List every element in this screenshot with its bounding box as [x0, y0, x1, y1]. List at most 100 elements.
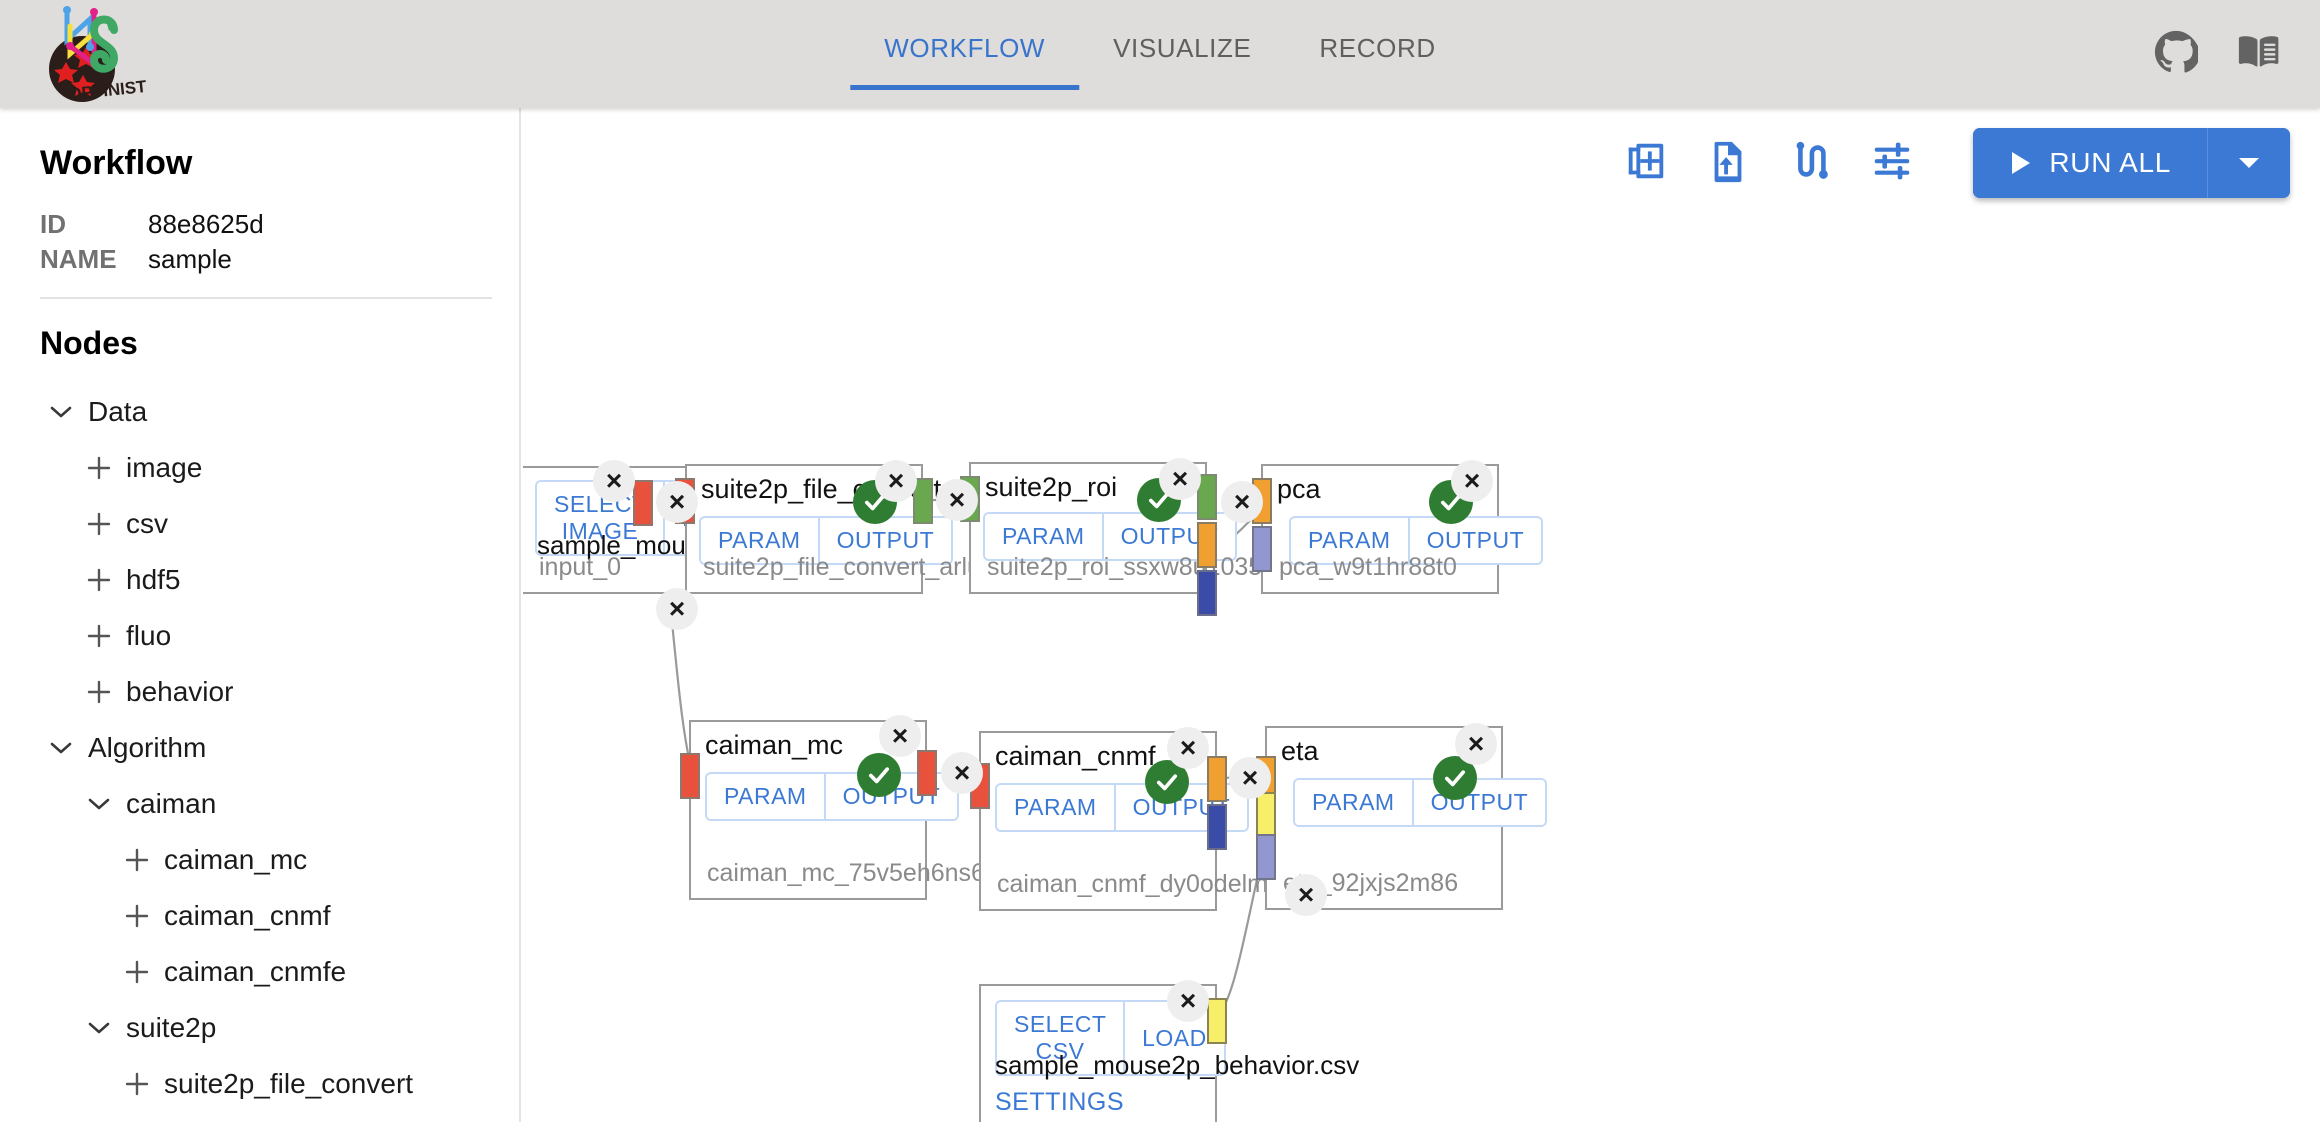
run-all-dropdown-button[interactable]: [2208, 128, 2290, 198]
handle-pca-out[interactable]: [1252, 526, 1272, 572]
delete-edge-input0-caiman-mc[interactable]: ×: [656, 588, 698, 630]
input-csv-settings-link[interactable]: SETTINGS: [995, 1088, 1124, 1117]
plus-icon[interactable]: [78, 567, 120, 593]
tree-item-label: image: [126, 452, 203, 483]
handle-caiman-mc-image-in[interactable]: [680, 753, 700, 799]
tab-record[interactable]: RECORD: [1285, 0, 1469, 96]
tree-item-suite2p-file-convert[interactable]: suite2p_file_convert: [40, 1056, 519, 1112]
caiman-mc-id: caiman_mc_75v5eh6ns6: [707, 859, 985, 887]
main-nav-tabs: WORKFLOW VISUALIZE RECORD: [850, 0, 1469, 108]
run-all-label: RUN ALL: [2049, 147, 2171, 178]
tree-item-label: Algorithm: [88, 732, 207, 763]
caiman-cnmf-param-button[interactable]: PARAM: [997, 785, 1114, 830]
tree-item-caiman[interactable]: caiman: [40, 776, 519, 832]
tree-item-label: caiman_cnmfe: [164, 956, 347, 987]
chevron-down-icon[interactable]: [40, 405, 82, 419]
tree-item-Data[interactable]: Data: [40, 384, 519, 440]
eta-param-button[interactable]: PARAM: [1295, 780, 1412, 825]
tree-item-label: caiman_mc: [164, 844, 308, 875]
run-all-group: RUN ALL: [1973, 128, 2290, 198]
handle-caiman-cnmf-iscell-out[interactable]: [1207, 804, 1227, 850]
handle-eta-out[interactable]: [1256, 834, 1276, 880]
delete-edge-file-convert-roi[interactable]: ×: [936, 479, 978, 521]
nodes-heading: Nodes: [40, 325, 138, 361]
import-file-icon[interactable]: [1705, 138, 1751, 189]
delete-edge-caiman-mc-cnmf[interactable]: ×: [941, 752, 983, 794]
delete-edge-roi-pca[interactable]: ×: [1221, 481, 1263, 523]
suite2p-roi-id: suite2p_roi_ssxw8u1035: [987, 553, 1263, 581]
tree-item-label: suite2p_file_convert: [164, 1068, 414, 1099]
status-success-caiman-mc: [857, 753, 901, 797]
github-icon[interactable]: [2154, 30, 2201, 79]
plus-icon[interactable]: [78, 455, 120, 481]
tree-item-csv[interactable]: csv: [40, 496, 519, 552]
handle-caiman-mc-image-out[interactable]: [917, 750, 937, 796]
plus-icon[interactable]: [116, 847, 158, 873]
handle-roi-iscell-out[interactable]: [1197, 570, 1217, 616]
docs-book-icon[interactable]: [2236, 29, 2282, 80]
tree-item-label: caiman_cnmf: [164, 900, 331, 931]
pca-id: pca_w9t1hr88t0: [1279, 553, 1457, 581]
tree-item-caiman-mc[interactable]: caiman_mc: [40, 832, 519, 888]
suite2p-roi-title: suite2p_roi: [985, 472, 1118, 502]
chevron-down-icon: [2239, 158, 2259, 168]
delete-node-caiman-mc[interactable]: ×: [879, 715, 921, 757]
handle-input-0-image-out[interactable]: [633, 480, 653, 526]
tab-workflow[interactable]: WORKFLOW: [850, 0, 1079, 96]
tree-item-hdf5[interactable]: hdf5: [40, 552, 519, 608]
pca-title: pca: [1277, 474, 1321, 504]
plus-icon[interactable]: [116, 1071, 158, 1097]
plus-icon[interactable]: [78, 511, 120, 537]
chevron-down-icon[interactable]: [78, 1021, 120, 1035]
handle-eta-behavior-in[interactable]: [1256, 792, 1276, 838]
optinist-logo[interactable]: OPTINIST: [36, 2, 216, 106]
add-workflow-icon[interactable]: [1623, 138, 1669, 189]
canvas-toolbar: RUN ALL: [1623, 128, 2290, 198]
tree-item-label: hdf5: [126, 564, 181, 595]
handle-input-csv-behavior-out[interactable]: [1207, 998, 1227, 1044]
tab-visualize[interactable]: VISUALIZE: [1079, 0, 1285, 96]
app-header: OPTINIST WORKFLOW VISUALIZE RECORD: [0, 0, 2320, 108]
delete-node-suite2p-file-convert[interactable]: ×: [875, 460, 917, 502]
chevron-down-icon[interactable]: [40, 741, 82, 755]
delete-node-pca[interactable]: ×: [1451, 460, 1493, 502]
delete-node-input-csv[interactable]: ×: [1167, 980, 1209, 1022]
delete-edge-input0-file-convert[interactable]: ×: [656, 481, 698, 523]
run-all-button[interactable]: RUN ALL: [1973, 128, 2208, 198]
snakemake-icon[interactable]: [1787, 138, 1833, 189]
check-icon: [868, 767, 890, 784]
tree-item-suite2p[interactable]: suite2p: [40, 1000, 519, 1056]
check-icon: [1156, 774, 1178, 791]
plus-icon[interactable]: [78, 623, 120, 649]
caiman-mc-param-button[interactable]: PARAM: [707, 774, 824, 819]
plus-icon[interactable]: [78, 679, 120, 705]
handle-caiman-cnmf-fluo-out[interactable]: [1207, 756, 1227, 802]
delete-edge-cnmf-eta[interactable]: ×: [1229, 757, 1271, 799]
nwb-settings-icon[interactable]: [1869, 138, 1915, 189]
play-icon: [2012, 152, 2031, 174]
tree-item-caiman-cnmf[interactable]: caiman_cnmf: [40, 888, 519, 944]
workflow-name-row: NAME sample: [40, 244, 519, 275]
plus-icon[interactable]: [116, 903, 158, 929]
tree-item-image[interactable]: image: [40, 440, 519, 496]
delete-node-eta[interactable]: ×: [1455, 723, 1497, 765]
delete-node-suite2p-roi[interactable]: ×: [1159, 458, 1201, 500]
eta-output-button[interactable]: OUTPUT: [1411, 780, 1546, 825]
workflow-canvas[interactable]: RUN ALL SELECT IMAGE input_0 × × × suite…: [523, 108, 2320, 1122]
sidebar-title: Workflow: [40, 144, 193, 182]
tree-item-Algorithm[interactable]: Algorithm: [40, 720, 519, 776]
workflow-id-label: ID: [40, 209, 66, 239]
delete-node-input-0[interactable]: ×: [593, 460, 635, 502]
plus-icon[interactable]: [116, 959, 158, 985]
delete-edge-csv-eta[interactable]: ×: [1285, 874, 1327, 916]
sidebar-divider: [40, 297, 492, 299]
handle-roi-fluo-out[interactable]: [1197, 522, 1217, 568]
eta-title: eta: [1281, 736, 1319, 766]
tree-item-caiman-cnmfe[interactable]: caiman_cnmfe: [40, 944, 519, 1000]
tree-item-behavior[interactable]: behavior: [40, 664, 519, 720]
chevron-down-icon[interactable]: [78, 797, 120, 811]
caiman-mc-title: caiman_mc: [705, 730, 844, 760]
input-0-id: input_0: [539, 553, 622, 581]
delete-node-caiman-cnmf[interactable]: ×: [1167, 727, 1209, 769]
tree-item-fluo[interactable]: fluo: [40, 608, 519, 664]
